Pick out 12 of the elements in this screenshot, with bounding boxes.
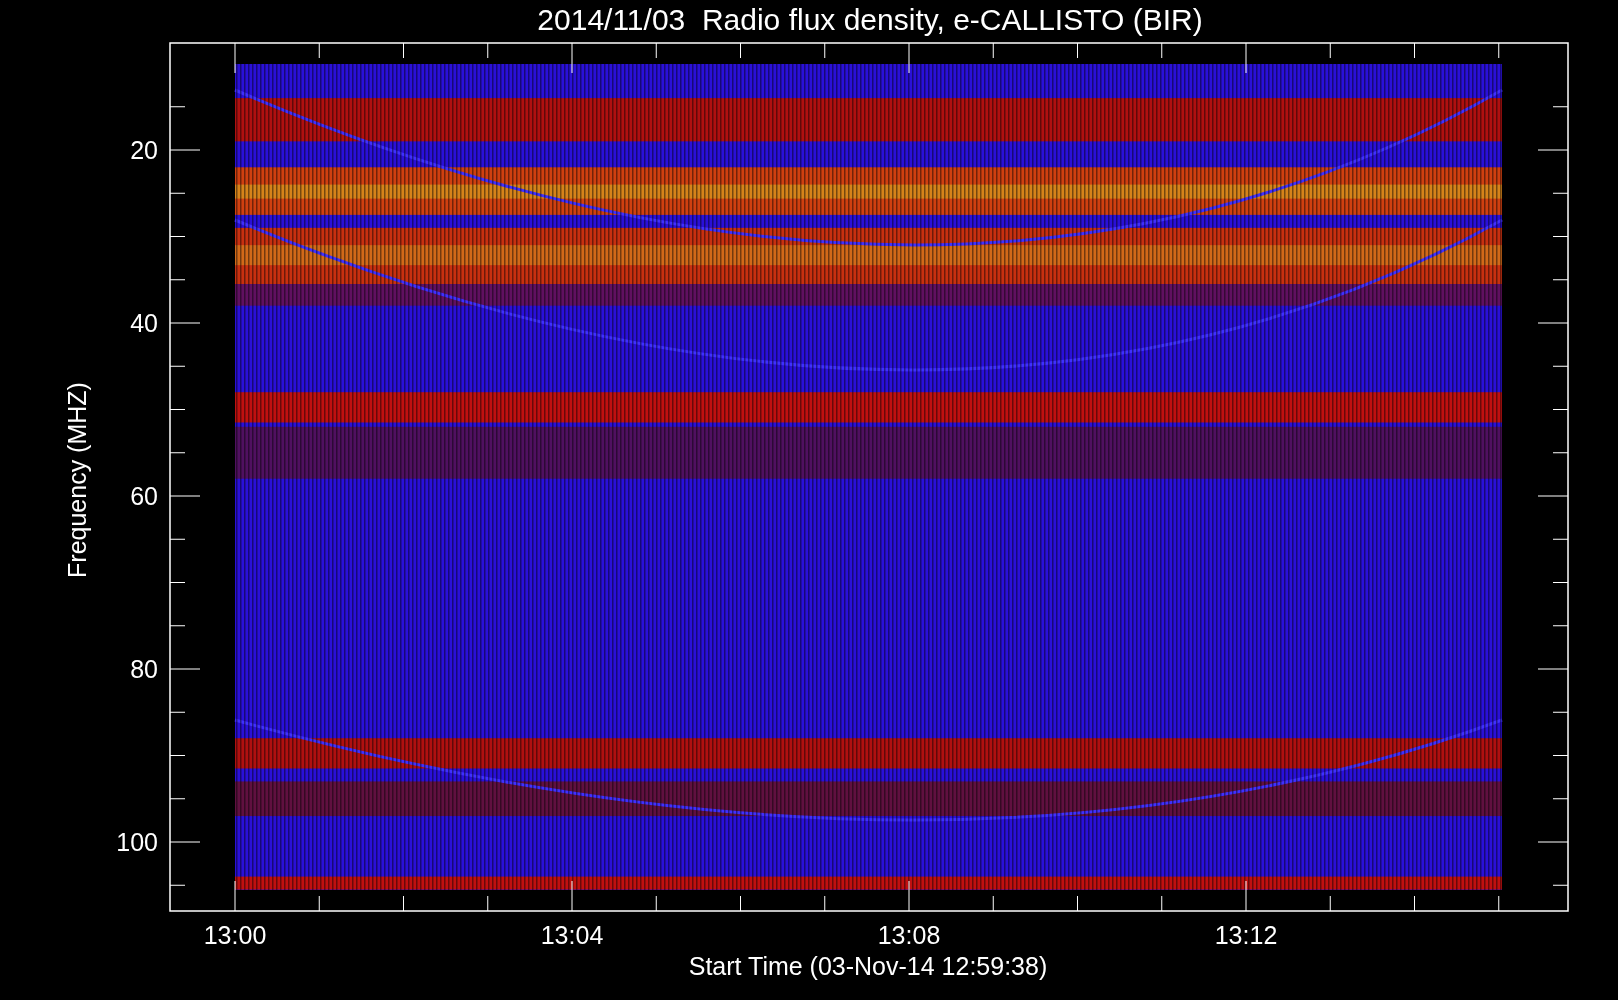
x-axis-label: Start Time (03-Nov-14 12:59:38) xyxy=(688,952,1048,980)
y-tick-label: 80 xyxy=(130,655,158,683)
x-tick-label: 13:04 xyxy=(540,921,604,949)
x-tick-label: 13:08 xyxy=(877,921,941,949)
y-tick-label: 40 xyxy=(130,309,158,337)
x-tick-label: 13:00 xyxy=(203,921,267,949)
chart-title: 2014/11/03 Radio flux density, e-CALLISTO (BIR) xyxy=(537,3,1203,36)
x-tick-label: 13:12 xyxy=(1214,921,1278,949)
y-tick-label: 20 xyxy=(130,136,158,164)
y-tick-label: 60 xyxy=(130,482,158,510)
y-tick-label: 100 xyxy=(116,828,158,856)
y-axis-label: Frequency (MHZ) xyxy=(63,382,91,578)
